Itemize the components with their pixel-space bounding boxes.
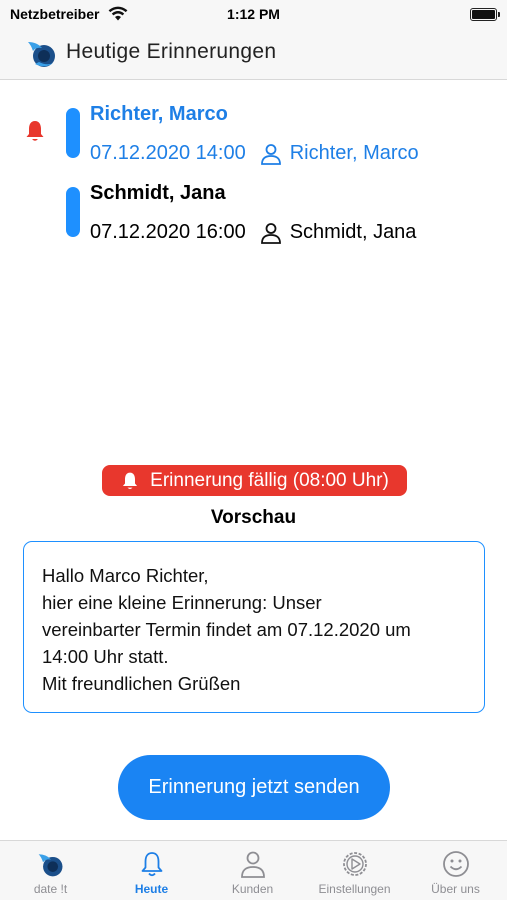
person-icon [260, 143, 281, 165]
preview-line: Hallo Marco Richter, [42, 565, 209, 586]
preview-line: hier eine kleine Erinnerung: Unser [42, 592, 322, 613]
appointment-color-bar [66, 187, 80, 237]
appointment-title: Schmidt, Jana [90, 182, 226, 204]
appointment-details: 07.12.2020 14:00 Richter, Marco [90, 142, 419, 165]
tab-ueber-uns[interactable]: Über uns [405, 841, 506, 900]
tab-bar: date !t Heute Kunden Einstellungen Über … [0, 840, 507, 900]
clock-time: 1:12 PM [227, 6, 280, 22]
gear-icon [342, 852, 367, 876]
tab-label: Kunden [231, 882, 274, 896]
navigation-bar: Heutige Erinnerungen [0, 28, 507, 80]
tab-dateit[interactable]: date !t [0, 841, 101, 900]
message-preview: Hallo Marco Richter, hier eine kleine Er… [23, 541, 485, 713]
tab-heute[interactable]: Heute [101, 841, 202, 900]
tab-label: date !t [33, 882, 68, 896]
status-bar: Netzbetreiber 1:12 PM [0, 0, 507, 28]
tab-label: Einstellungen [318, 882, 391, 896]
smiley-icon [442, 851, 469, 877]
reminder-due-label: Erinnerung fällig (08:00 Uhr) [150, 469, 389, 491]
alarm-bell-icon [26, 121, 44, 141]
bell-icon [141, 852, 162, 877]
reminder-due-badge: Erinnerung fällig (08:00 Uhr) [102, 465, 407, 496]
tab-kunden[interactable]: Kunden [202, 841, 303, 900]
appointment-color-bar [66, 108, 80, 158]
tab-label: Über uns [431, 882, 480, 896]
appointment-title: Richter, Marco [90, 103, 228, 125]
app-logo-icon [28, 42, 55, 67]
battery-icon [470, 8, 500, 21]
appointment-customer: Schmidt, Jana [289, 221, 417, 243]
send-reminder-button[interactable]: Erinnerung jetzt senden [118, 755, 390, 820]
appointment-customer: Richter, Marco [289, 142, 419, 164]
app-screen: Netzbetreiber 1:12 PM Heutige Erinnerung… [0, 0, 507, 900]
appointment-details: 07.12.2020 16:00 Schmidt, Jana [90, 221, 416, 244]
preview-line: Mit freundlichen Grüßen [42, 673, 241, 694]
appointment-datetime: 07.12.2020 16:00 [90, 221, 246, 243]
tab-einstellungen[interactable]: Einstellungen [304, 841, 405, 900]
tab-label: Heute [134, 882, 169, 896]
preview-line: vereinbarter Termin findet am 07.12.2020… [42, 619, 411, 640]
bell-icon [123, 472, 138, 489]
preview-line: 14:00 Uhr statt. [42, 646, 169, 667]
app-logo-icon [38, 854, 62, 877]
person-icon [240, 851, 265, 878]
preview-heading: Vorschau [210, 507, 297, 528]
person-icon [260, 222, 281, 244]
page-title: Heutige Erinnerungen [66, 40, 277, 63]
appointment-datetime: 07.12.2020 14:00 [90, 142, 246, 164]
